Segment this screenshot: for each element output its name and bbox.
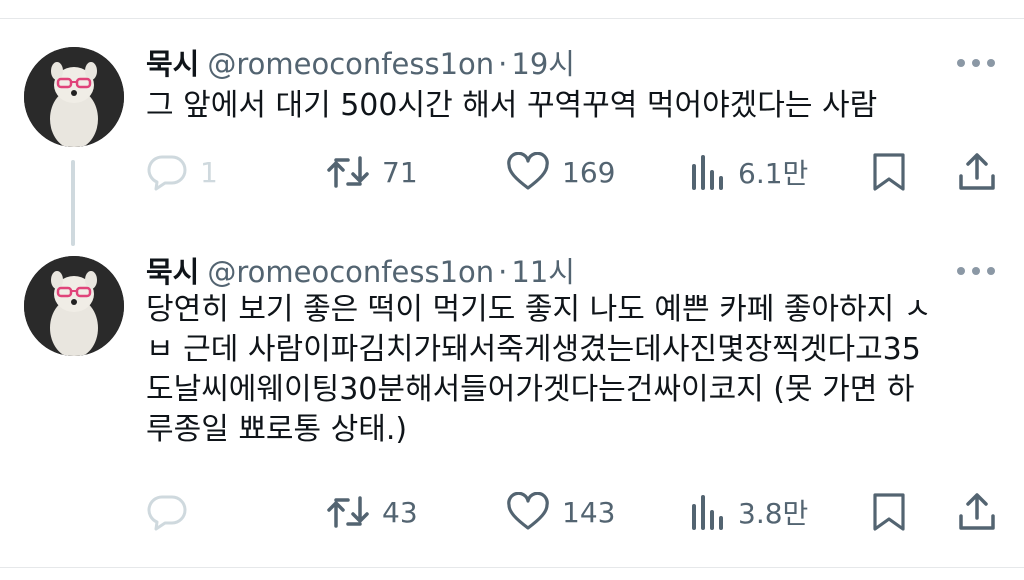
more-dots-icon[interactable]: [955, 53, 997, 73]
tweet[interactable]: 묵시 @romeoconfess1on · 11시 당연히 보기 좋은 떡이 먹기도 …: [0, 230, 1024, 567]
retweet-arrows-icon: [326, 152, 370, 192]
separator-dot: ·: [498, 255, 508, 289]
reply-button[interactable]: [146, 492, 200, 532]
view-count: 3.8만: [738, 497, 809, 530]
share-upload-icon: [958, 492, 996, 532]
share-upload-icon: [958, 152, 996, 192]
retweet-arrows-icon: [326, 492, 370, 532]
display-name[interactable]: 묵시: [146, 47, 199, 81]
bookmark-icon: [872, 152, 906, 192]
speech-bubble-icon: [146, 492, 188, 532]
speech-bubble-icon: [146, 152, 188, 192]
tweet-text: 당연히 보기 좋은 떡이 먹기도 좋지 나도 예쁜 카페 좋아하지 ㅅ ㅂ 근데…: [146, 292, 932, 447]
user-handle[interactable]: @romeoconfess1on: [207, 47, 494, 81]
separator-dot: ·: [498, 47, 508, 81]
bookmark-icon: [872, 492, 906, 532]
bookmark-button[interactable]: [872, 152, 906, 192]
reply-button[interactable]: 1: [146, 152, 218, 192]
avatar[interactable]: [24, 47, 124, 147]
retweet-button[interactable]: 71: [326, 152, 418, 192]
view-count: 6.1만: [738, 157, 809, 190]
like-button[interactable]: 143: [506, 492, 615, 532]
like-button[interactable]: 169: [506, 152, 615, 192]
share-button[interactable]: [958, 152, 996, 192]
heart-outline-icon: [506, 152, 550, 192]
tweet-header: 묵시 @romeoconfess1on · 11시: [146, 254, 575, 290]
user-handle[interactable]: @romeoconfess1on: [207, 255, 494, 289]
like-count: 169: [562, 155, 616, 189]
reply-count: 1: [200, 155, 218, 189]
views-button[interactable]: 6.1만: [690, 152, 808, 192]
tweet-text: 그 앞에서 대기 500시간 해서 꾸역꾸역 먹어야겠다는 사람: [146, 88, 878, 123]
timestamp[interactable]: 19시: [511, 47, 575, 81]
display-name[interactable]: 묵시: [146, 255, 199, 289]
share-button[interactable]: [958, 492, 996, 532]
bar-chart-icon: [690, 492, 726, 532]
bar-chart-icon: [690, 152, 726, 192]
tweet-actions: 1 71 169 6.1만: [146, 152, 1006, 192]
heart-outline-icon: [506, 492, 550, 532]
tweet-header: 묵시 @romeoconfess1on · 19시: [146, 46, 575, 82]
like-count: 143: [562, 495, 616, 529]
avatar[interactable]: [24, 256, 124, 356]
retweet-count: 43: [382, 495, 418, 529]
views-button[interactable]: 3.8만: [690, 492, 808, 532]
tweet[interactable]: 묵시 @romeoconfess1on · 19시 그 앞에서 대기 500시간 해서…: [0, 0, 1024, 246]
tweet-actions: 43 143 3.8만: [146, 492, 1006, 532]
more-dots-icon[interactable]: [955, 261, 997, 281]
bookmark-button[interactable]: [872, 492, 906, 532]
retweet-button[interactable]: 43: [326, 492, 418, 532]
timestamp[interactable]: 11시: [511, 255, 575, 289]
bottom-divider: [0, 567, 1024, 568]
retweet-count: 71: [382, 155, 418, 189]
